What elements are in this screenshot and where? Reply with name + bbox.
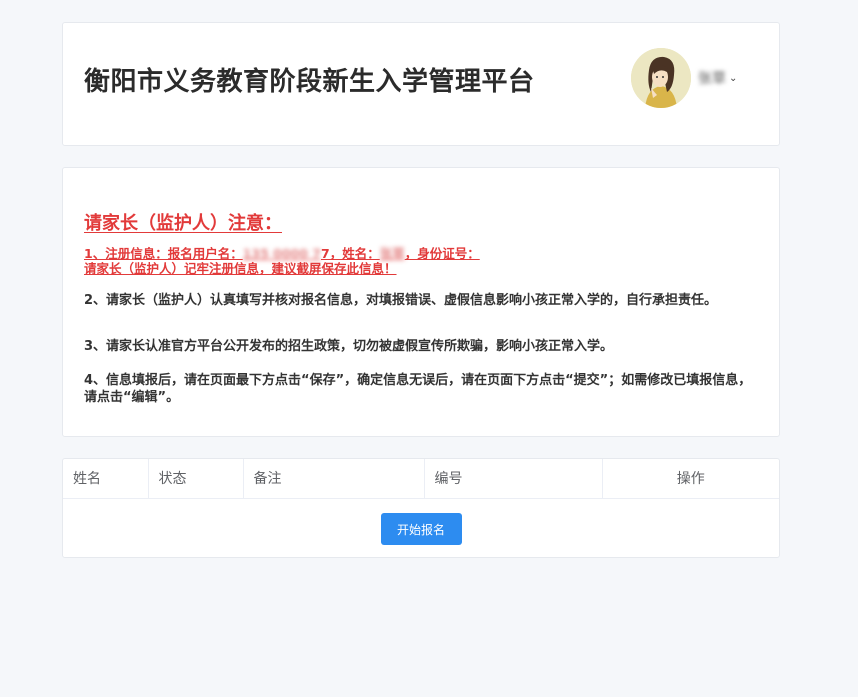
username-redacted: 135 0000 7 — [242, 246, 321, 261]
column-header-number: 编号 — [424, 459, 603, 499]
table-empty-cell: 开始报名 — [63, 498, 779, 560]
user-name: 张草 — [698, 71, 726, 87]
chevron-down-icon: ⌄ — [729, 72, 738, 84]
notice-item-3: 3、请家长认准官方平台公开发布的招生政策，切勿被虚假宣传所欺骗，影响小孩正常入学… — [84, 339, 614, 354]
notice-item1-mid: 7，姓名： — [321, 246, 380, 261]
table-row: 开始报名 — [63, 498, 779, 560]
page-title: 衡阳市义务教育阶段新生入学管理平台 — [84, 67, 535, 97]
name-redacted: 张草 — [379, 246, 405, 261]
notice-item-4: 4、信息填报后，请在页面最下方点击“保存”，确定信息无误后，请在页面下方点击“提… — [84, 373, 752, 405]
header-card: 衡阳市义务教育阶段新生入学管理平台 张草 ⌄ — [62, 22, 780, 146]
column-header-name: 姓名 — [63, 459, 149, 499]
notice-card: 请家长（监护人）注意： 1、注册信息：报名用户名：135 0000 77，姓名：… — [62, 167, 780, 437]
notice-title: 请家长（监护人）注意： — [84, 213, 282, 234]
avatar[interactable] — [631, 48, 691, 108]
avatar-illustration-icon — [631, 48, 691, 108]
column-header-remark: 备注 — [243, 459, 425, 499]
start-registration-button[interactable]: 开始报名 — [380, 513, 462, 545]
user-menu[interactable]: 张草 ⌄ — [698, 68, 737, 88]
notice-registration-info: 1、注册信息：报名用户名：135 0000 77，姓名：张草，身份证号： 请家长… — [84, 246, 524, 276]
table-header-row: 姓名 状态 备注 编号 操作 — [63, 459, 779, 499]
notice-item-2: 2、请家长（监护人）认真填写并核对报名信息，对填报错误、虚假信息影响小孩正常入学… — [84, 293, 718, 308]
column-header-status: 状态 — [148, 459, 244, 499]
enrollment-table: 姓名 状态 备注 编号 操作 开始报名 — [62, 458, 780, 558]
enrollment-table-grid: 姓名 状态 备注 编号 操作 开始报名 — [63, 459, 779, 560]
notice-item1-suffix: ，身份证号： — [404, 246, 480, 261]
column-header-actions: 操作 — [602, 459, 779, 499]
notice-item1-line2: 请家长（监护人）记牢注册信息，建议截屏保存此信息！ — [84, 261, 397, 276]
notice-item1-prefix: 1、注册信息：报名用户名： — [84, 246, 243, 261]
